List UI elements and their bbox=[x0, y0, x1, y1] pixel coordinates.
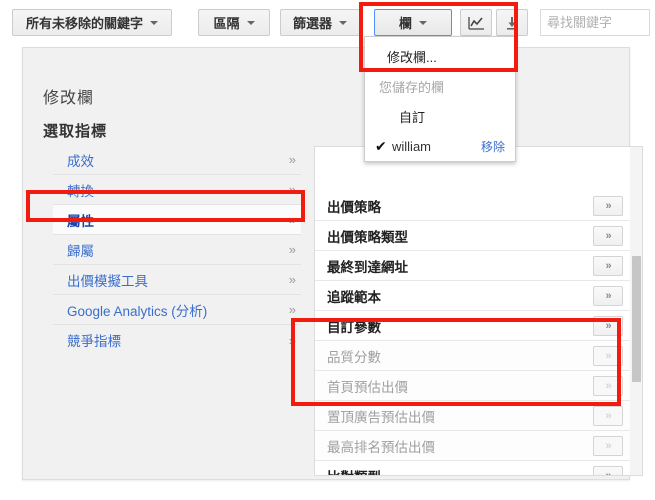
metric-label: 比對類型 bbox=[327, 466, 381, 476]
metric-list-panel: 出價策略» 出價策略類型» 最終到達網址» 追蹤範本» 自訂參數» 品質分數» 首頁預估出價… bbox=[314, 146, 630, 476]
menu-item-custom[interactable]: 自訂 bbox=[365, 101, 515, 131]
modify-columns-label: 修改欄... bbox=[387, 49, 437, 65]
chevron-right-icon: » bbox=[288, 272, 296, 287]
metric-row[interactable]: 最終到達網址 » bbox=[315, 251, 630, 281]
add-metric-button[interactable]: » bbox=[593, 465, 623, 475]
all-keywords-label: 所有未移除的關鍵字 bbox=[25, 16, 143, 31]
metric-group-label: 轉換 bbox=[67, 183, 94, 199]
all-keywords-dropdown-button[interactable]: 所有未移除的關鍵字 bbox=[12, 9, 172, 36]
metric-row: 品質分數 » bbox=[315, 341, 630, 371]
search-input[interactable] bbox=[540, 9, 651, 36]
metric-group-row[interactable]: 轉換 » bbox=[53, 175, 301, 205]
metric-row[interactable]: 自訂參數 » bbox=[315, 311, 630, 341]
segment-label: 區隔 bbox=[213, 16, 240, 31]
metric-row: 最高排名預估出價 » bbox=[315, 431, 630, 461]
metric-label: 追蹤範本 bbox=[327, 289, 381, 305]
metric-label: 出價策略類型 bbox=[327, 229, 408, 245]
segment-dropdown-button[interactable]: 區隔 bbox=[198, 9, 270, 36]
metric-group-row[interactable]: 成效 » bbox=[53, 145, 301, 175]
metric-list-scrollbar-thumb[interactable] bbox=[632, 256, 641, 382]
add-metric-button[interactable]: » bbox=[593, 225, 623, 246]
metric-row[interactable]: 出價策略 » bbox=[315, 191, 630, 221]
metric-group-label: 歸屬 bbox=[67, 243, 94, 259]
chart-line-icon bbox=[467, 16, 484, 30]
columns-dropdown-button[interactable]: 欄 bbox=[374, 9, 453, 36]
metric-label: 最高排名預估出價 bbox=[327, 439, 435, 455]
metric-group-row[interactable]: 競爭指標 » bbox=[53, 325, 301, 355]
remove-saved-column-link[interactable]: 移除 bbox=[481, 138, 505, 155]
metric-group-label: 競爭指標 bbox=[67, 334, 121, 349]
metric-list: 出價策略» 出價策略類型» 最終到達網址» 追蹤範本» 自訂參數» 品質分數» 首頁預估出價… bbox=[315, 191, 630, 476]
chevron-right-icon: » bbox=[288, 302, 296, 317]
metric-group-row[interactable]: 屬性 » bbox=[53, 205, 301, 235]
chevron-down-icon bbox=[419, 20, 428, 25]
metric-label: 最終到達網址 bbox=[327, 259, 408, 275]
metric-label: 置頂廣告預估出價 bbox=[327, 409, 435, 425]
metric-group-label: 出價模擬工具 bbox=[67, 273, 148, 289]
menu-item-saved-william[interactable]: ✔ william 移除 bbox=[365, 131, 515, 161]
chevron-down-icon bbox=[246, 20, 255, 25]
filter-dropdown-button[interactable]: 篩選器 bbox=[280, 9, 361, 36]
metric-row[interactable]: 出價策略類型 » bbox=[315, 221, 630, 251]
add-metric-button[interactable]: » bbox=[593, 315, 623, 336]
metric-group-label: Google Analytics (分析) bbox=[67, 303, 208, 319]
filter-label: 篩選器 bbox=[293, 16, 333, 31]
custom-label: 自訂 bbox=[399, 109, 426, 125]
metric-group-list: 成效» 轉換» 屬性» 歸屬» 出價模擬工具» Google Analytics (分析)… bbox=[53, 145, 301, 355]
metric-group-row[interactable]: 歸屬 » bbox=[53, 235, 301, 265]
metric-label: 首頁預估出價 bbox=[327, 379, 408, 395]
add-metric-button[interactable]: » bbox=[593, 195, 623, 216]
panel-subtitle: 選取指標 bbox=[43, 123, 108, 140]
chart-toggle-button[interactable] bbox=[460, 9, 493, 36]
metric-label: 品質分數 bbox=[327, 349, 381, 365]
panel-title: 修改欄 bbox=[43, 90, 95, 107]
top-toolbar: 所有未移除的關鍵字 區隔 篩選器 欄 bbox=[0, 0, 655, 45]
metric-group-label: 屬性 bbox=[67, 213, 94, 229]
metric-group-row[interactable]: Google Analytics (分析) » bbox=[53, 295, 301, 325]
chevron-right-icon: » bbox=[288, 242, 296, 257]
metric-row: 置頂廣告預估出價 » bbox=[315, 401, 630, 431]
columns-dropdown-menu: 修改欄... 您儲存的欄 自訂 ✔ william 移除 bbox=[364, 36, 516, 162]
metric-label: 出價策略 bbox=[327, 199, 381, 215]
menu-header-saved-columns: 您儲存的欄 bbox=[365, 71, 515, 101]
checkmark-icon: ✔ bbox=[375, 137, 387, 154]
columns-label: 欄 bbox=[399, 16, 413, 31]
add-metric-button: » bbox=[593, 375, 623, 396]
add-metric-button: » bbox=[593, 435, 623, 456]
metric-group-label: 成效 bbox=[67, 153, 94, 169]
metric-row[interactable]: 追蹤範本 » bbox=[315, 281, 630, 311]
add-metric-button: » bbox=[593, 405, 623, 426]
saved-columns-header-label: 您儲存的欄 bbox=[379, 79, 445, 95]
chevron-right-icon: » bbox=[288, 212, 296, 227]
metric-row[interactable]: 比對類型 » bbox=[315, 461, 630, 476]
chevron-right-icon: » bbox=[288, 332, 296, 348]
saved-column-name: william bbox=[392, 138, 431, 154]
chevron-down-icon bbox=[150, 20, 158, 25]
add-metric-button[interactable]: » bbox=[593, 285, 623, 306]
metric-label: 自訂參數 bbox=[327, 319, 381, 335]
download-icon bbox=[507, 16, 518, 30]
download-button[interactable] bbox=[496, 9, 529, 36]
chevron-right-icon: » bbox=[288, 182, 296, 197]
metric-group-row[interactable]: 出價模擬工具 » bbox=[53, 265, 301, 295]
modify-columns-panel: 修改欄 選取指標 成效» 轉換» 屬性» 歸屬» 出價模擬工具» Google Analy… bbox=[22, 47, 643, 480]
chevron-down-icon bbox=[339, 20, 348, 25]
chevron-right-icon: » bbox=[288, 152, 296, 167]
add-metric-button: » bbox=[593, 345, 623, 366]
menu-item-modify-columns[interactable]: 修改欄... bbox=[365, 41, 515, 71]
add-metric-button[interactable]: » bbox=[593, 255, 623, 276]
metric-row: 首頁預估出價 » bbox=[315, 371, 630, 401]
